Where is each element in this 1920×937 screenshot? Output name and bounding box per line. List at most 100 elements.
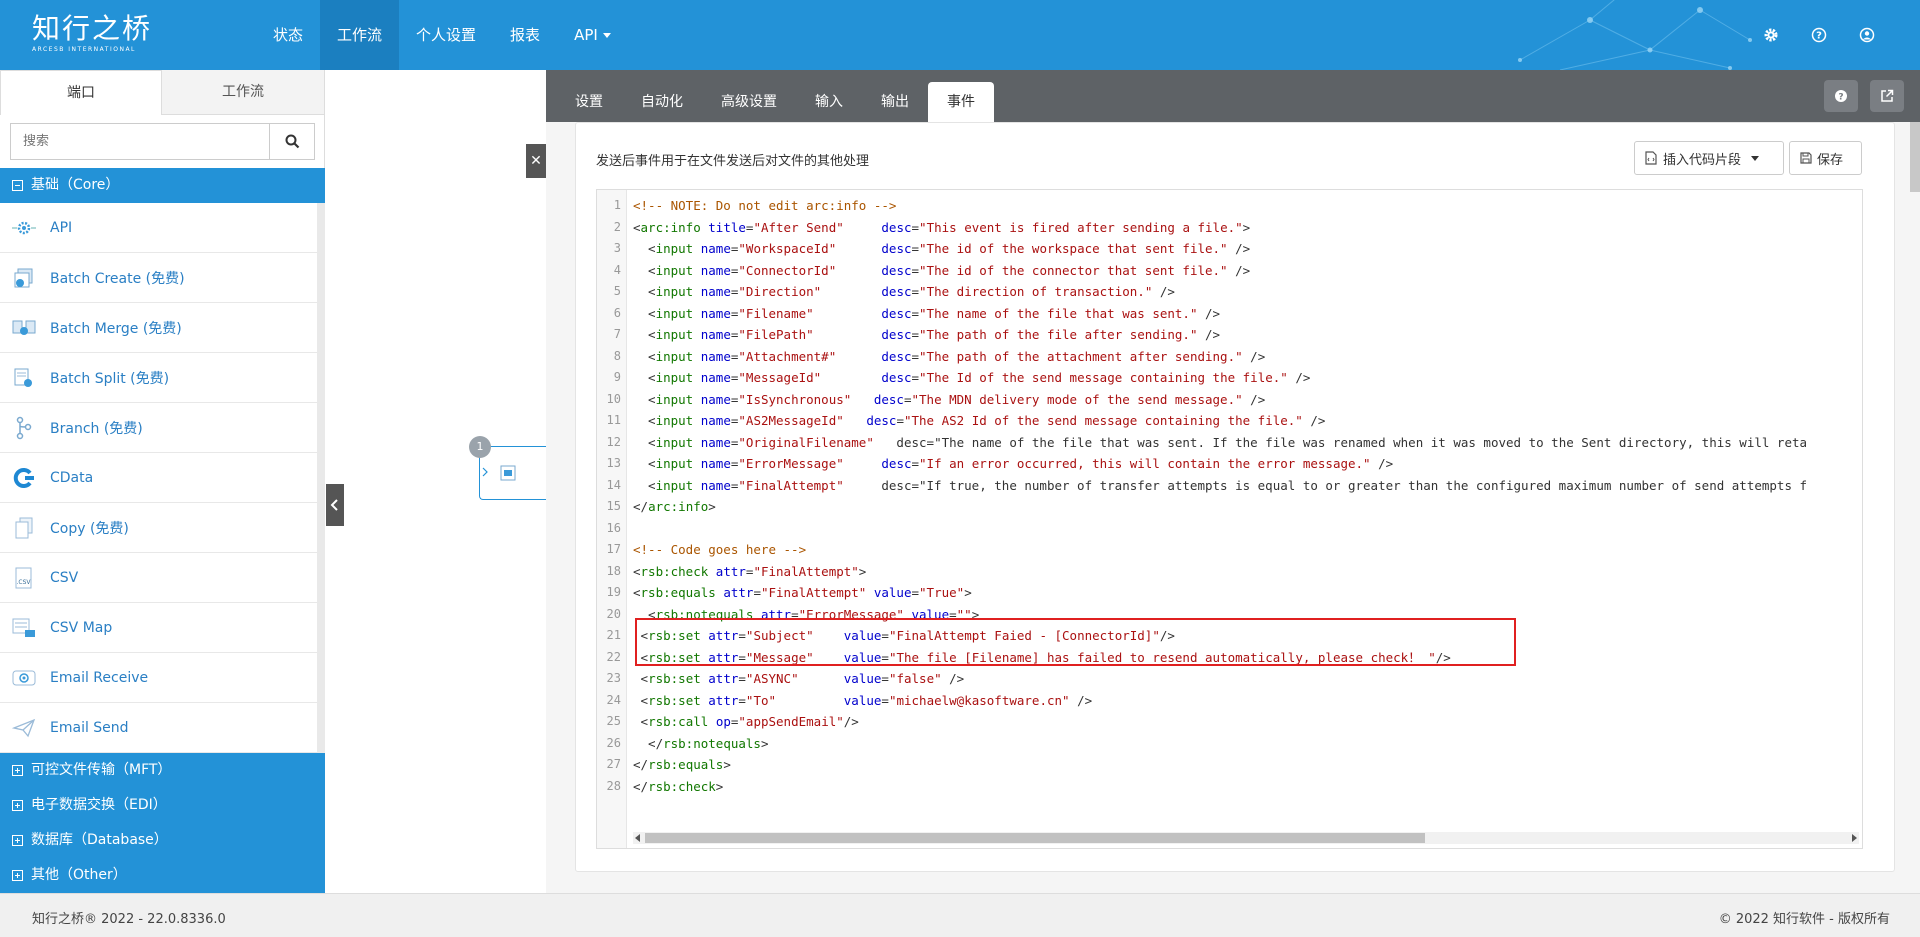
line-number: 14 [606,477,621,492]
line-number: 2 [613,219,621,234]
top-navbar: 知行之桥 ARCESB INTERNATIONAL 状态 工作流 个人设置 报表… [0,0,1920,70]
user-icon[interactable] [1856,24,1878,46]
code-line[interactable]: 8 <input name="Attachment#" desc="The pa… [597,346,1807,368]
code-lines: 1 <!-- NOTE: Do not edit arc:info --> 2 <ar… [597,195,1808,798]
nav-item-reports[interactable]: 报表 [493,0,557,70]
nav-item-api[interactable]: API [557,0,628,70]
code-line[interactable]: 7 <input name="FilePath" desc="The path … [597,324,1807,346]
category-other[interactable]: 其他（Other） [0,858,325,893]
code-text: </rsb:notequals> [633,735,769,751]
connector-item-copy[interactable]: Copy (免费) [0,503,317,553]
list-scrollbar[interactable] [317,203,325,388]
page-scrollbar[interactable] [1910,122,1920,192]
code-line[interactable]: 26 </rsb:notequals> [597,733,1807,755]
email-receive-icon [10,664,38,692]
footer-version: 知行之桥® 2022 - 22.0.8336.0 [32,912,226,927]
tab-automation[interactable]: 自动化 [622,82,702,122]
connector-label: CSV Map [50,619,113,636]
connector-item-api[interactable]: API [0,203,317,253]
horizontal-scrollbar[interactable] [633,832,1859,844]
code-line[interactable]: 13 <input name="ErrorMessage" desc="If a… [597,453,1807,475]
code-line[interactable]: 3 <input name="WorkspaceId" desc="The id… [597,238,1807,260]
line-number: 25 [606,714,621,728]
code-line[interactable]: 17 <!-- Code goes here --> [597,539,1807,561]
code-line[interactable]: 16 [597,518,1807,540]
code-line[interactable]: 10 <input name="IsSynchronous" desc="The… [597,389,1807,411]
connector-item-csv-map[interactable]: CSV Map [0,603,317,653]
connector-item-csv[interactable]: .CSV CSV [0,553,317,603]
category-core[interactable]: 基础（Core） [0,168,325,203]
expand-icon [12,870,23,881]
code-line[interactable]: 11 <input name="AS2MessageId" desc="The … [597,410,1807,432]
tab-workflows[interactable]: 工作流 [162,70,324,115]
gear-icon[interactable] [1760,24,1782,46]
category-mft[interactable]: 可控文件传输（MFT） [0,753,325,788]
top-icons: ? [1760,24,1878,46]
close-panel-button[interactable]: ✕ [526,144,546,178]
line-number: 3 [613,241,621,255]
tab-input[interactable]: 输入 [796,82,862,122]
code-line[interactable]: 2 <arc:info title="After Send" desc="This… [597,217,1807,239]
code-line[interactable]: 25 <rsb:call op="appSendEmail"/> [597,711,1807,733]
code-text: <rsb:check attr="FinalAttempt"> [633,563,867,579]
code-line[interactable]: 19 <rsb:equals attr="FinalAttempt" value=… [597,582,1807,604]
sidebar-search [10,123,315,160]
save-label: 保存 [1817,152,1844,168]
code-line[interactable]: 1 <!-- NOTE: Do not edit arc:info --> [597,195,1807,217]
tab-settings[interactable]: 设置 [556,82,622,122]
category-database[interactable]: 数据库（Database） [0,823,325,858]
tab-events[interactable]: 事件 [928,82,994,122]
connector-item-branch[interactable]: Branch (免费) [0,403,317,453]
code-line[interactable]: 18 <rsb:check attr="FinalAttempt"> [597,561,1807,583]
insert-snippet-button[interactable]: 插入代码片段 [1634,141,1784,175]
code-line[interactable]: 24 <rsb:set attr="To" value="michaelw@ka… [597,690,1807,712]
popout-button[interactable] [1870,80,1904,112]
horizontal-scroll-thumb[interactable] [645,833,1425,843]
connector-item-batch-merge[interactable]: Batch Merge (免费) [0,303,317,353]
code-line[interactable]: 6 <input name="Filename" desc="The name … [597,303,1807,325]
line-number: 6 [613,305,621,320]
nav-item-status[interactable]: 状态 [256,0,320,70]
node-badge: 1 [469,436,491,458]
connector-item-batch-create[interactable]: Batch Create (免费) [0,253,317,303]
tab-advanced[interactable]: 高级设置 [702,82,796,122]
code-line[interactable]: 23 <rsb:set attr="ASYNC" value="false" /… [597,668,1807,690]
help-icon[interactable]: ? [1808,24,1830,46]
tab-output[interactable]: 输出 [862,82,928,122]
search-icon [285,134,299,149]
network-decoration [1518,0,1752,70]
line-number: 13 [606,456,621,470]
scroll-right-icon[interactable] [1852,834,1857,842]
line-number: 18 [606,563,621,578]
save-button[interactable]: 保存 [1789,141,1862,175]
connector-item-cdata[interactable]: CData [0,453,317,503]
code-editor[interactable]: 1 <!-- NOTE: Do not edit arc:info --> 2 <ar… [596,189,1863,849]
connector-label: Copy (免费) [50,520,129,537]
nav-item-profile[interactable]: 个人设置 [399,0,493,70]
brand-logo[interactable]: 知行之桥 ARCESB INTERNATIONAL [32,14,152,54]
scroll-left-icon[interactable] [635,834,640,842]
code-line[interactable]: 15 </arc:info> [597,496,1807,518]
workflow-node[interactable] [479,446,547,500]
code-line[interactable]: 28 </rsb:check> [597,776,1807,798]
search-button[interactable] [269,123,315,160]
connector-item-email-send[interactable]: Email Send [0,703,317,753]
connector-label: Batch Merge (免费) [50,320,182,337]
search-input[interactable] [10,123,269,160]
collapse-sidebar-button[interactable] [326,484,344,526]
code-line[interactable]: 4 <input name="ConnectorId" desc="The id… [597,260,1807,282]
code-line[interactable]: 14 <input name="FinalAttempt" desc="If t… [597,475,1807,497]
connector-item-batch-split[interactable]: Batch Split (免费) [0,353,317,403]
tab-ports[interactable]: 端口 [0,70,162,115]
nav-item-workflow[interactable]: 工作流 [320,0,400,70]
help-button[interactable]: ? [1824,80,1858,112]
code-line[interactable]: 12 <input name="OriginalFilename" desc="… [597,432,1808,454]
save-icon [1800,152,1812,164]
csv-map-icon [10,614,38,642]
code-line[interactable]: 5 <input name="Direction" desc="The dire… [597,281,1807,303]
category-label: 可控文件传输（MFT） [31,762,172,778]
code-line[interactable]: 27 </rsb:equals> [597,754,1807,776]
code-line[interactable]: 9 <input name="MessageId" desc="The Id o… [597,367,1807,389]
category-edi[interactable]: 电子数据交换（EDI） [0,788,325,823]
connector-item-email-receive[interactable]: Email Receive [0,653,317,703]
